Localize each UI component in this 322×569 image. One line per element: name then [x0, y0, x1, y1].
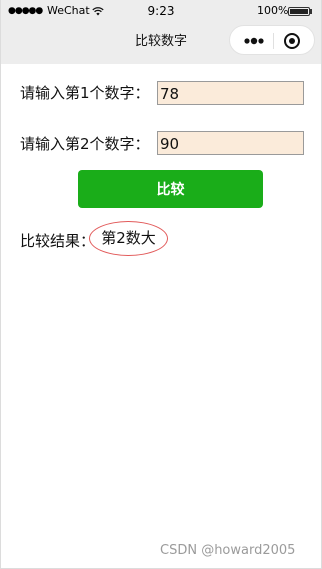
- watermark: CSDN @howard2005: [160, 543, 296, 558]
- result-value: 第2数大: [89, 221, 168, 256]
- second-number-label: 请输入第2个数字：: [20, 135, 150, 153]
- second-number-input[interactable]: [157, 131, 304, 155]
- phone-screen: ●●●●● WeChat 9:23 100% 比较数字 请输入第1个数字： 78…: [0, 0, 322, 569]
- menu-capsule: [229, 25, 315, 55]
- battery-tip: [310, 9, 312, 14]
- status-bar: ●●●●● WeChat 9:23 100%: [1, 0, 321, 22]
- first-number-label: 请输入第1个数字：: [20, 84, 150, 102]
- more-options-icon[interactable]: [240, 34, 268, 48]
- result-label: 比较结果：: [20, 232, 96, 250]
- capsule-divider: [273, 33, 274, 49]
- first-number-input[interactable]: [157, 81, 304, 105]
- compare-button[interactable]: 比较: [78, 170, 263, 208]
- navigation-bar: 比较数字: [1, 22, 321, 64]
- battery-icon: [288, 7, 310, 16]
- battery-percentage: 100%: [257, 4, 289, 17]
- close-miniprogram-icon[interactable]: [283, 32, 301, 50]
